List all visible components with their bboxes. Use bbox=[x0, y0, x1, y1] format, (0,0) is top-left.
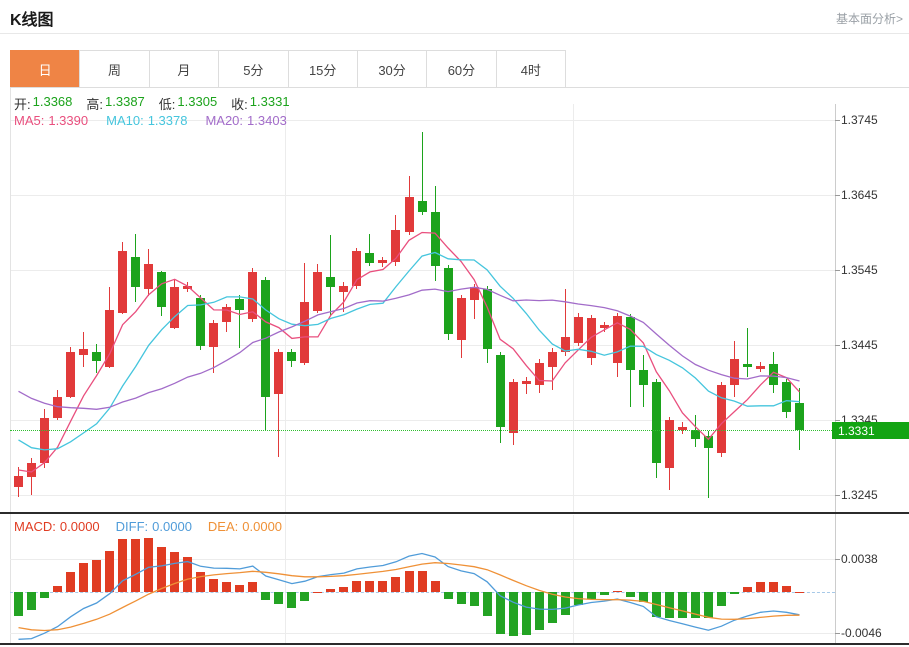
close-label: 收: bbox=[231, 97, 248, 112]
dea-line bbox=[18, 562, 800, 632]
axis-label: 0.0038 bbox=[841, 552, 878, 566]
ma10-value: 1.3378 bbox=[147, 113, 188, 128]
high-label: 高: bbox=[86, 97, 104, 112]
axis-tick bbox=[835, 420, 840, 421]
tab-period-1[interactable]: 周 bbox=[79, 50, 150, 88]
tab-period-6[interactable]: 60分 bbox=[426, 50, 497, 88]
axis-label: 1.3545 bbox=[841, 263, 878, 277]
open-value: 1.3368 bbox=[32, 94, 73, 109]
period-tabbar: 日周月 5分 15分 30分 60分 4时 bbox=[10, 50, 566, 88]
price-axis-line bbox=[835, 104, 836, 643]
axis-label: 1.3445 bbox=[841, 338, 878, 352]
macd-chart-area[interactable] bbox=[10, 515, 835, 643]
ma5-value: 1.3390 bbox=[48, 113, 89, 128]
axis-tick bbox=[835, 633, 840, 634]
ma10-line bbox=[18, 251, 800, 451]
kline-chart-page: K线图 基本面分析> 日周月 5分 15分 30分 60分 4时 开: 1.3368 高: 1… bbox=[0, 0, 909, 647]
page-title: K线图 bbox=[10, 12, 54, 29]
tab-period-2[interactable]: 月 bbox=[148, 50, 220, 88]
low-label: 低: bbox=[158, 97, 176, 112]
last-price-line bbox=[10, 429, 832, 431]
tab-period-5[interactable]: 30分 bbox=[356, 50, 428, 88]
ma-legend: MA5: 1.3390 MA10: 1.3378 MA20: 1.3403 bbox=[14, 113, 287, 128]
axis-tick bbox=[835, 559, 840, 560]
ma20-line bbox=[18, 286, 800, 410]
dea-value: 0.0000 bbox=[242, 519, 283, 534]
ma20-label: MA20: bbox=[205, 113, 244, 128]
close-value: 1.3331 bbox=[249, 94, 290, 109]
axis-label: 1.3245 bbox=[841, 488, 878, 502]
macd-label: MACD: bbox=[14, 519, 56, 534]
ma10-label: MA10: bbox=[106, 113, 144, 128]
ma20-value: 1.3403 bbox=[247, 113, 287, 128]
candlestick-chart-area[interactable] bbox=[10, 104, 835, 513]
open-label: 开: bbox=[14, 97, 31, 112]
diff-value: 0.0000 bbox=[152, 519, 192, 534]
tab-period-4[interactable]: 15分 bbox=[287, 50, 358, 88]
ma5-line bbox=[18, 231, 800, 473]
main-macd-divider bbox=[0, 512, 909, 514]
ma5-label: MA5: bbox=[14, 113, 45, 128]
axis-label: -0.0046 bbox=[841, 626, 882, 640]
axis-tick bbox=[835, 345, 840, 346]
tab-period-0[interactable]: 日 bbox=[10, 50, 81, 88]
axis-label: 1.3645 bbox=[841, 188, 878, 202]
dea-label: DEA: bbox=[207, 519, 239, 534]
tab-period-7[interactable]: 4时 bbox=[495, 50, 566, 88]
low-value: 1.3305 bbox=[177, 94, 218, 109]
last-price-badge: 1.3331 bbox=[832, 422, 909, 440]
chart-bottom-border bbox=[0, 643, 909, 645]
high-value: 1.3387 bbox=[105, 94, 145, 109]
header-divider bbox=[0, 33, 909, 34]
axis-label: 1.3745 bbox=[841, 113, 878, 127]
axis-tick bbox=[835, 120, 840, 121]
diff-label: DIFF: bbox=[115, 519, 149, 534]
axis-tick bbox=[835, 195, 840, 196]
tab-period-3[interactable]: 5分 bbox=[218, 50, 289, 88]
axis-tick bbox=[835, 495, 840, 496]
macd-value: 0.0000 bbox=[59, 519, 100, 534]
axis-tick bbox=[835, 270, 840, 271]
ohlc-readout: 开: 1.3368 高: 1.3387 低: 1.3305 收: 1.3331 bbox=[14, 94, 290, 113]
macd-legend: MACD: 0.0000 DIFF: 0.0000 DEA: 0.0000 bbox=[14, 519, 282, 534]
fundamental-analysis-link[interactable]: 基本面分析> bbox=[836, 10, 903, 27]
tabbar-underline bbox=[10, 87, 909, 88]
